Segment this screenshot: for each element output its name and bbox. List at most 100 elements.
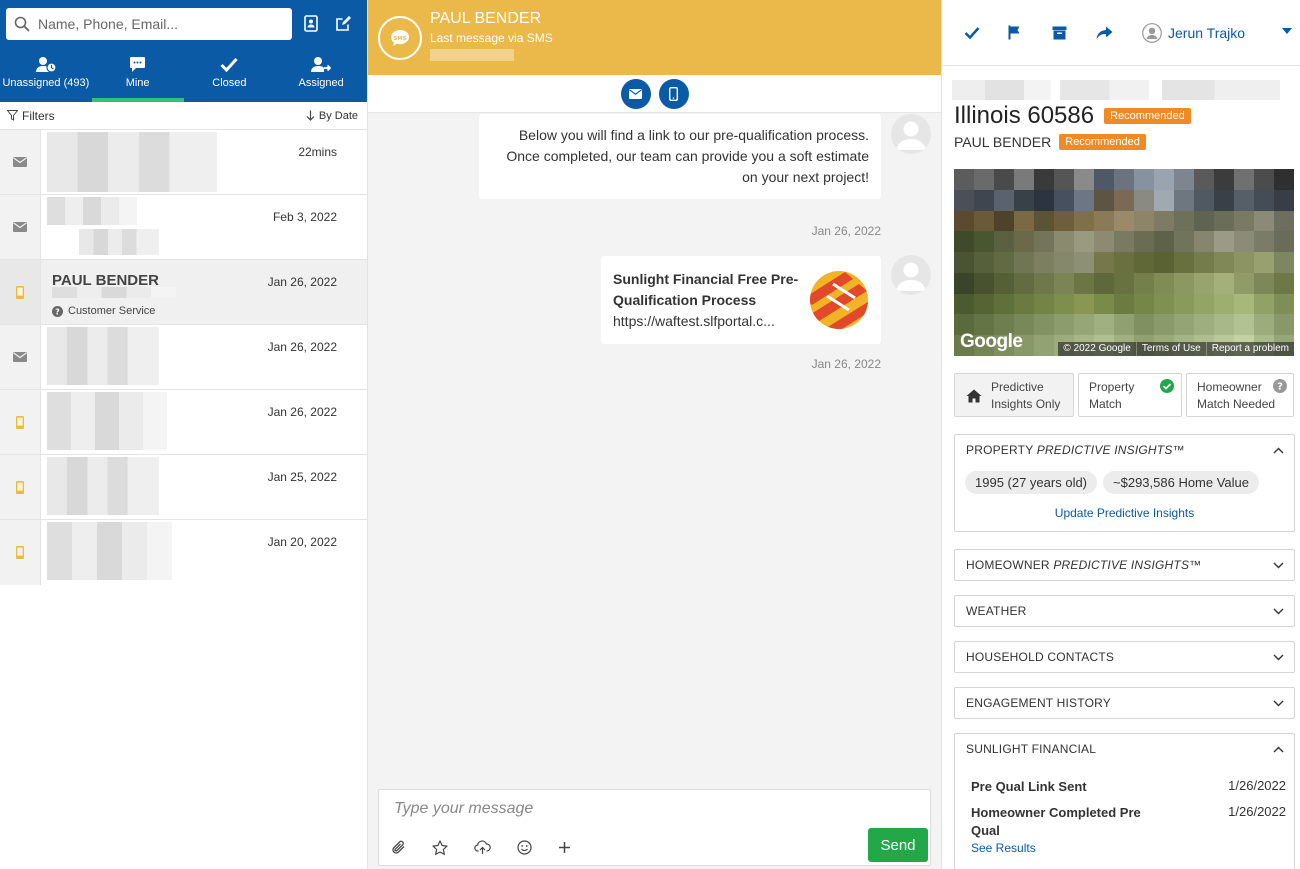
chat-bubble-icon xyxy=(129,55,146,73)
engagement-history-section[interactable]: ENGAGEMENT HISTORY xyxy=(954,687,1295,719)
envelope-icon xyxy=(629,88,642,99)
sms-channel-button[interactable] xyxy=(658,78,689,109)
tab-assigned[interactable]: Assigned xyxy=(275,40,367,102)
filters-button[interactable]: Filters xyxy=(7,109,55,123)
mobile-phone-icon xyxy=(16,415,24,429)
resolve-checkmark-icon[interactable] xyxy=(964,26,1008,39)
plus-icon[interactable] xyxy=(558,841,571,854)
question-circle-icon: ? xyxy=(1273,379,1287,393)
mobile-phone-icon xyxy=(669,86,678,101)
section-title: ENGAGEMENT HISTORY xyxy=(966,696,1111,710)
search-input[interactable] xyxy=(38,15,278,32)
agent-name: Jerun Trajko xyxy=(1168,24,1246,41)
map-report-link[interactable]: Report a problem xyxy=(1205,342,1294,356)
envelope-icon xyxy=(13,352,27,362)
sort-button[interactable]: By Date xyxy=(306,110,358,122)
email-channel-button[interactable] xyxy=(620,78,651,109)
update-insights-link[interactable]: Update Predictive Insights xyxy=(955,506,1294,520)
send-button[interactable]: Send xyxy=(868,828,928,862)
compose-icon[interactable] xyxy=(330,11,356,37)
year-built-pill: 1995 (27 years old) xyxy=(965,471,1098,494)
conversation-date: Jan 26, 2022 xyxy=(267,340,337,354)
svg-text:?: ? xyxy=(55,307,60,316)
chevron-up-icon xyxy=(1273,447,1284,453)
tab-mine[interactable]: Mine xyxy=(91,40,184,102)
map-copyright: © 2022 Google xyxy=(1063,343,1131,354)
archive-icon[interactable] xyxy=(1052,26,1096,40)
filter-bar: Filters By Date xyxy=(0,102,367,130)
user-share-icon xyxy=(310,55,332,73)
tab-unassigned[interactable]: Unassigned (493) xyxy=(0,40,92,102)
weather-section[interactable]: WEATHER xyxy=(954,595,1295,627)
search-icon xyxy=(14,16,30,32)
conversation-date: Jan 25, 2022 xyxy=(267,470,337,484)
conversation-row[interactable]: Jan 26, 2022 xyxy=(0,325,367,390)
star-icon[interactable] xyxy=(432,840,448,855)
sunlight-status-row: Homeowner Completed Pre Qual 1/26/2022 xyxy=(971,804,1294,840)
question-circle-icon: ? xyxy=(52,305,63,317)
property-insights-header[interactable]: PROPERTY PREDICTIVE INSIGHTS™ xyxy=(955,435,1294,465)
chevron-down-icon xyxy=(1273,700,1284,706)
address-city-state-zip: Illinois 60586 xyxy=(954,102,1095,129)
avatar xyxy=(891,255,931,295)
chevron-down-icon xyxy=(1273,562,1284,568)
funnel-icon xyxy=(7,110,18,121)
chat-header: SMS PAUL BENDER Last message via SMS xyxy=(368,0,941,75)
map-terms-link[interactable]: Terms of Use xyxy=(1135,342,1206,356)
conversation-row[interactable]: Jan 20, 2022 xyxy=(0,520,367,585)
sort-label: By Date xyxy=(318,109,358,122)
checkmark-icon xyxy=(220,55,238,73)
svg-text:?: ? xyxy=(1277,382,1283,393)
paperclip-icon[interactable] xyxy=(391,840,406,855)
section-title-italic: PREDICTIVE INSIGHTS xyxy=(1036,443,1173,457)
homeowner-match-box[interactable]: ? Homeowner Match Needed xyxy=(1186,373,1294,417)
message-input[interactable] xyxy=(394,798,894,820)
smiley-icon[interactable] xyxy=(517,840,532,855)
mobile-phone-icon xyxy=(16,546,24,559)
contacts-book-icon[interactable] xyxy=(298,11,324,37)
street-view-map[interactable]: Google © 2022 Google Terms of Use Report… xyxy=(954,169,1294,356)
conversation-date: Jan 26, 2022 xyxy=(267,275,337,289)
channel-switcher xyxy=(368,75,941,113)
section-title: SUNLIGHT FINANCIAL xyxy=(966,742,1097,756)
link-url[interactable]: https://waftest.slfportal.c... xyxy=(613,311,793,332)
conversation-list-panel: Unassigned (493) Mine Closed Assigned xyxy=(0,0,368,869)
tab-closed[interactable]: Closed xyxy=(184,40,276,102)
homeowner-insights-section[interactable]: HOMEOWNER PREDICTIVE INSIGHTS™ xyxy=(954,549,1295,581)
user-clock-icon xyxy=(35,55,57,73)
conversation-row-selected[interactable]: PAUL BENDER ? Customer Service Jan 26, 2… xyxy=(0,260,367,325)
predictive-insights-only-box[interactable]: Predictive Insights Only xyxy=(954,373,1074,417)
household-contacts-section[interactable]: HOUSEHOLD CONTACTS xyxy=(954,641,1295,673)
sunlight-financial-header[interactable]: SUNLIGHT FINANCIAL xyxy=(955,734,1294,764)
redacted-address xyxy=(952,80,1280,100)
forward-share-icon[interactable] xyxy=(1096,26,1140,40)
property-match-box[interactable]: Property Match xyxy=(1078,373,1182,417)
chat-contact-name: PAUL BENDER xyxy=(430,10,542,27)
cloud-upload-icon[interactable] xyxy=(474,840,491,855)
check-circle-icon xyxy=(1160,379,1174,393)
link-title: Sunlight Financial Free Pre-Qualificatio… xyxy=(613,270,799,308)
recommended-badge: Recommended xyxy=(1059,134,1146,150)
agent-selector[interactable]: Jerun Trajko xyxy=(1142,22,1246,43)
section-title-italic: PREDICTIVE INSIGHTS xyxy=(1053,558,1190,572)
see-results-link[interactable]: See Results xyxy=(971,841,1294,855)
sunlight-logo-icon xyxy=(809,270,869,330)
flag-icon[interactable] xyxy=(1008,25,1052,40)
conversation-row[interactable]: Jan 26, 2022 xyxy=(0,390,367,455)
homeowner-name: PAUL BENDER xyxy=(954,134,1052,150)
home-value-pill: ~$293,586 Home Value xyxy=(1103,471,1260,494)
arrow-down-icon xyxy=(306,110,315,121)
status-date: 1/26/2022 xyxy=(1228,778,1286,793)
match-status-row: Predictive Insights Only Property Match … xyxy=(954,373,1294,417)
caret-down-icon[interactable] xyxy=(1282,28,1292,35)
link-preview-card[interactable]: Sunlight Financial Free Pre-Qualificatio… xyxy=(601,256,881,344)
mobile-phone-icon xyxy=(16,285,24,299)
conversation-date: Jan 20, 2022 xyxy=(267,535,337,549)
message-composer: Send xyxy=(378,789,931,866)
redacted-phone xyxy=(430,49,514,61)
conversation-date: Feb 3, 2022 xyxy=(272,210,337,224)
conversation-row[interactable]: 22mins xyxy=(0,130,367,195)
filters-label: Filters xyxy=(22,108,55,123)
conversation-row[interactable]: Jan 25, 2022 xyxy=(0,455,367,520)
conversation-row[interactable]: Feb 3, 2022 xyxy=(0,195,367,260)
